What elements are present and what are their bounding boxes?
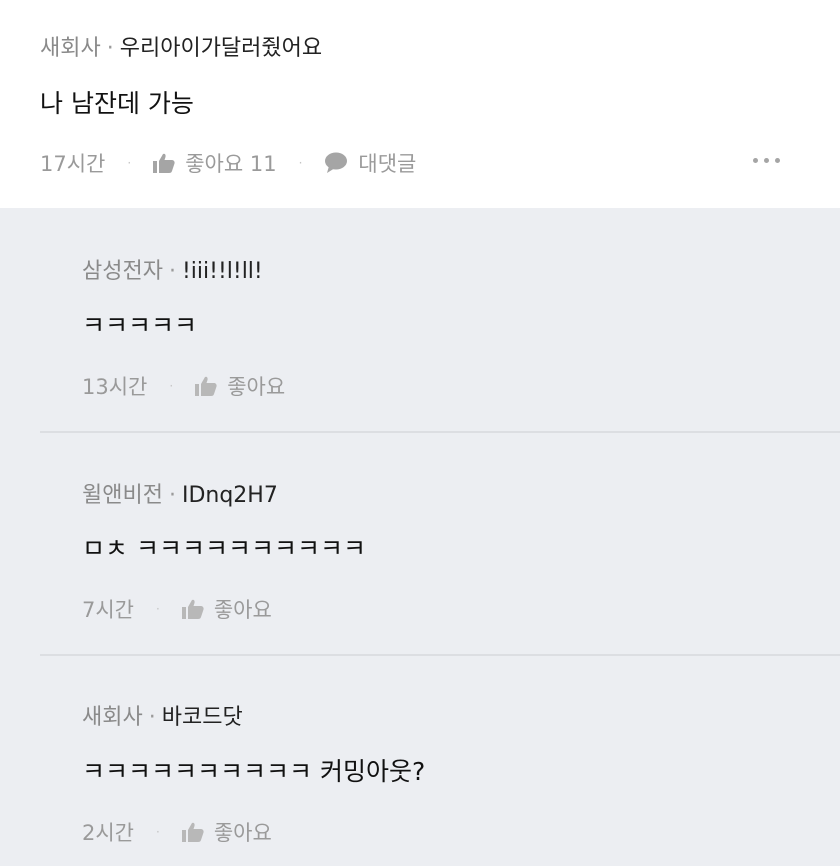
like-label: 좋아요 [213,598,272,622]
separator-dot: · [168,483,176,508]
post-actions: 17시간 · 좋아요 11 · 대댓글 [40,148,416,178]
comment-author[interactable]: 새회사 · 바코드닷 [82,699,243,731]
like-button[interactable]: 좋아요 [195,371,285,401]
like-label: 좋아요 11 [185,152,277,176]
comment-company: 삼성전자 [82,259,163,284]
reply-button[interactable]: 대댓글 [324,148,416,178]
post-company: 새회사 [40,36,101,61]
comment-nickname: 바코드닷 [161,705,243,730]
comment-content: ㅋㅋㅋㅋㅋ [82,311,198,340]
comment-actions: 13시간 · 좋아요 [82,371,285,401]
thumbs-up-icon [153,153,175,173]
more-dots-icon[interactable] [753,158,780,163]
like-button[interactable]: 좋아요 11 [153,148,277,178]
comment-author[interactable]: 윌앤비전 · IDnq2H7 [82,477,278,509]
comment-nickname: IDnq2H7 [181,483,278,508]
post-author[interactable]: 새회사 · 우리아이가달러줬어요 [40,30,322,62]
thumbs-up-icon [181,599,204,619]
separator-dot: · [298,156,303,170]
like-button[interactable]: 좋아요 [181,817,272,847]
separator-dot: · [168,259,176,284]
post-nickname: 우리아이가달러줬어요 [119,36,323,61]
comment-content: ㅋㅋㅋㅋㅋㅋㅋㅋㅋㅋ 커밍아웃? [82,757,426,786]
reply-label: 대댓글 [358,152,417,176]
comment-actions: 7시간 · 좋아요 [82,594,272,624]
separator-dot: · [156,602,160,616]
thumbs-up-icon [195,376,217,396]
separator-dot: · [169,379,174,393]
separator-dot: · [148,705,156,730]
post-content: 나 남잔데 가능 [40,89,194,118]
comment-content: ㅁㅊ ㅋㅋㅋㅋㅋㅋㅋㅋㅋㅋ [82,534,366,563]
comment-time: 2시간 [82,821,135,845]
speech-bubble-icon [325,152,348,173]
comment-company: 새회사 [82,705,143,730]
like-label: 좋아요 [213,821,272,845]
like-button[interactable]: 좋아요 [181,594,272,624]
post-time: 17시간 [40,152,106,176]
comment-actions: 2시간 · 좋아요 [82,817,272,847]
divider [40,654,840,656]
divider [40,431,840,433]
comment-time: 7시간 [82,598,135,622]
like-label: 좋아요 [227,375,286,399]
comment-author[interactable]: 삼성전자 · !iii!!l!ll! [82,253,263,285]
comment-time: 13시간 [82,375,148,399]
comment-nickname: !iii!!l!ll! [181,259,263,284]
thumbs-up-icon [181,822,204,842]
separator-dot: · [127,156,132,170]
post-card: 새회사 · 우리아이가달러줬어요 나 남잔데 가능 17시간 · 좋아요 11 · … [0,0,840,208]
separator-dot: · [156,825,160,839]
comment-company: 윌앤비전 [82,483,163,508]
separator-dot: · [106,36,114,61]
